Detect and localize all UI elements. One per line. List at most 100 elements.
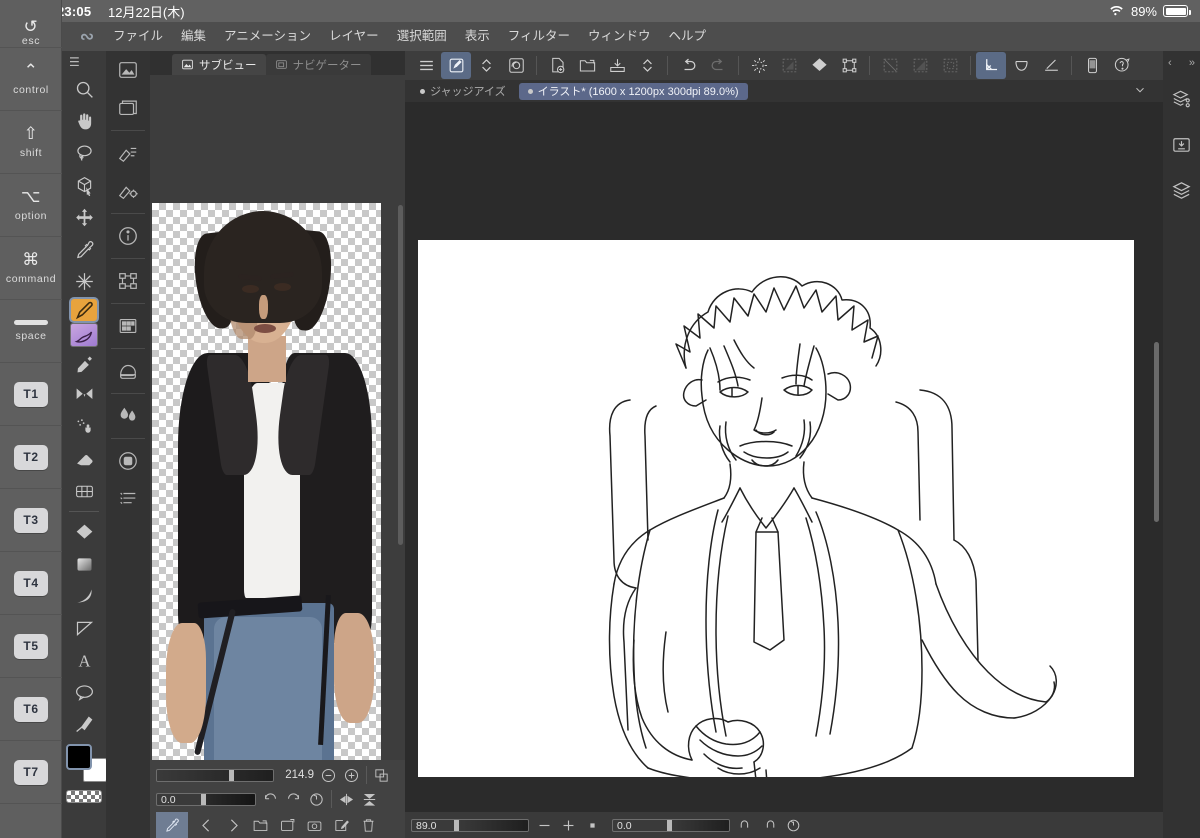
airbrush-tool[interactable] bbox=[66, 347, 102, 379]
subview-zoom-slider[interactable] bbox=[156, 768, 274, 782]
sub-view-icon[interactable] bbox=[111, 51, 145, 89]
ruler-tool[interactable] bbox=[66, 612, 102, 644]
layer-preview-icon[interactable] bbox=[111, 89, 145, 127]
pen-tool[interactable] bbox=[69, 297, 99, 323]
clear-button[interactable] bbox=[744, 52, 774, 79]
color-wheel-icon[interactable] bbox=[111, 352, 145, 390]
key-option[interactable]: ⌥ option bbox=[0, 174, 62, 237]
zoom-out-button[interactable] bbox=[536, 817, 553, 834]
reset-view-button[interactable] bbox=[785, 817, 802, 834]
tool-swap-button[interactable] bbox=[471, 52, 501, 79]
next-image-button[interactable] bbox=[225, 817, 242, 834]
key-t7[interactable]: T7 bbox=[0, 741, 62, 804]
sub-view-canvas[interactable] bbox=[150, 75, 405, 815]
foreground-color-swatch[interactable] bbox=[66, 744, 92, 770]
reference-photo[interactable] bbox=[152, 203, 381, 781]
magic-wand-tool[interactable] bbox=[66, 265, 102, 297]
key-t2[interactable]: T2 bbox=[0, 426, 62, 489]
brush-tool[interactable] bbox=[70, 323, 98, 347]
camera-button[interactable] bbox=[306, 817, 323, 834]
canvas-rotate-slider[interactable]: 0.0 bbox=[612, 818, 730, 832]
canvas-vertical-scrollbar[interactable] bbox=[1154, 342, 1159, 522]
deselect-button[interactable] bbox=[875, 52, 905, 79]
menu-help[interactable]: ヘルプ bbox=[660, 22, 716, 51]
rotate-left-button[interactable] bbox=[262, 791, 279, 808]
hand-tool[interactable] bbox=[66, 105, 102, 137]
material-download-icon[interactable] bbox=[1163, 121, 1200, 167]
vector-eraser-button[interactable] bbox=[976, 52, 1006, 79]
undo-button[interactable] bbox=[673, 52, 703, 79]
key-t6[interactable]: T6 bbox=[0, 678, 62, 741]
save-options-button[interactable] bbox=[632, 52, 662, 79]
material-grid-icon[interactable] bbox=[111, 307, 145, 345]
smooth-curve-button[interactable] bbox=[1006, 52, 1036, 79]
tool-property-icon[interactable] bbox=[111, 172, 145, 210]
canvas-zoom-slider[interactable]: 89.0 bbox=[411, 818, 529, 832]
reset-rotation-button[interactable] bbox=[308, 791, 325, 808]
open-image-button[interactable] bbox=[252, 817, 269, 834]
balloon-tool[interactable] bbox=[66, 676, 102, 708]
layer-stack-icon[interactable] bbox=[1163, 167, 1200, 213]
transparent-color-swatch[interactable] bbox=[66, 790, 102, 803]
blend-tool[interactable] bbox=[66, 411, 102, 443]
menu-window[interactable]: ウィンドウ bbox=[579, 22, 660, 51]
zoom-in-button[interactable] bbox=[343, 767, 360, 784]
tab-subview[interactable]: サブビュー bbox=[172, 54, 266, 75]
menu-view[interactable]: 表示 bbox=[456, 22, 499, 51]
fill-selection-button[interactable] bbox=[774, 52, 804, 79]
menu-selection[interactable]: 選択範囲 bbox=[388, 22, 456, 51]
layer-property-icon[interactable] bbox=[1163, 75, 1200, 121]
key-t5[interactable]: T5 bbox=[0, 615, 62, 678]
color-set-icon[interactable] bbox=[111, 442, 145, 480]
gradient-grid-tool[interactable] bbox=[66, 475, 102, 507]
object-select-tool[interactable] bbox=[66, 169, 102, 201]
paint-bucket-icon[interactable] bbox=[804, 52, 834, 79]
brush-setting-icon[interactable] bbox=[111, 134, 145, 172]
node-editor-icon[interactable] bbox=[111, 262, 145, 300]
eyedropper-tool[interactable] bbox=[66, 233, 102, 265]
collapse-right-icon[interactable]: » bbox=[1189, 57, 1195, 69]
delete-button[interactable] bbox=[360, 817, 377, 834]
zoom-tool[interactable] bbox=[66, 73, 102, 105]
menu-edit[interactable]: 編集 bbox=[172, 22, 215, 51]
zoom-in-button[interactable] bbox=[560, 817, 577, 834]
edit-button[interactable] bbox=[333, 817, 350, 834]
key-t3[interactable]: T3 bbox=[0, 489, 62, 552]
eraser-tool[interactable] bbox=[66, 443, 102, 475]
new-document-button[interactable] bbox=[542, 52, 572, 79]
tool-palette-menu[interactable]: ☰ bbox=[62, 51, 106, 73]
eyedropper-toggle[interactable] bbox=[156, 812, 188, 838]
correct-line-tool[interactable] bbox=[66, 708, 102, 740]
line-correct-button[interactable] bbox=[1036, 52, 1066, 79]
fill-tool[interactable] bbox=[66, 516, 102, 548]
subview-rotate-slider[interactable]: 0.0 bbox=[156, 792, 256, 806]
canvas-paper[interactable] bbox=[418, 240, 1134, 801]
help-button[interactable] bbox=[1107, 52, 1137, 79]
rotate-left-button[interactable] bbox=[737, 817, 754, 834]
document-tab-judge-eyes[interactable]: ジャッジアイズ bbox=[411, 83, 515, 100]
fit-to-screen-button[interactable] bbox=[373, 767, 390, 784]
collapse-left-icon[interactable]: ‹ bbox=[1168, 57, 1172, 69]
flip-vertical-button[interactable] bbox=[361, 791, 378, 808]
fit-button[interactable] bbox=[584, 817, 601, 834]
menu-animation[interactable]: アニメーション bbox=[215, 22, 320, 51]
lasso-select-tool[interactable] bbox=[66, 137, 102, 169]
figure-curve-tool[interactable] bbox=[66, 580, 102, 612]
key-space[interactable]: space bbox=[0, 300, 62, 363]
save-file-button[interactable] bbox=[602, 52, 632, 79]
previous-image-button[interactable] bbox=[198, 817, 215, 834]
decoration-tool[interactable] bbox=[66, 379, 102, 411]
key-t1[interactable]: T1 bbox=[0, 363, 62, 426]
rotate-right-button[interactable] bbox=[761, 817, 778, 834]
select-all-button[interactable] bbox=[935, 52, 965, 79]
open-file-button[interactable] bbox=[572, 52, 602, 79]
key-shift[interactable]: ⇧ shift bbox=[0, 111, 62, 174]
history-icon[interactable] bbox=[111, 480, 145, 518]
subview-vertical-scrollbar[interactable] bbox=[398, 205, 403, 545]
color-swatches[interactable] bbox=[64, 744, 107, 790]
invert-selection-button[interactable] bbox=[905, 52, 935, 79]
menu-filter[interactable]: フィルター bbox=[499, 22, 579, 51]
tablet-icon[interactable] bbox=[1077, 52, 1107, 79]
menu-layer[interactable]: レイヤー bbox=[320, 22, 388, 51]
zoom-out-button[interactable] bbox=[320, 767, 337, 784]
